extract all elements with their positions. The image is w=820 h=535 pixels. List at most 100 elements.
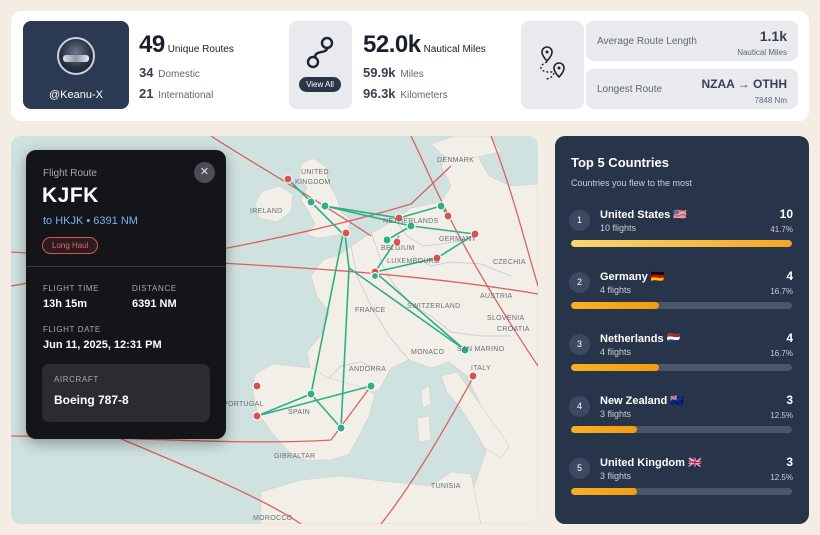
panel-divider — [26, 266, 226, 267]
map-label-gibraltar: GIBRALTAR — [274, 453, 315, 460]
flight-route-label: Flight Route — [43, 168, 97, 179]
country-percent: 16.7% — [770, 349, 793, 358]
country-count: 4 — [786, 331, 793, 345]
flight-detail-panel: Flight Route KJFK to HKJK • 6391 NM Long… — [26, 150, 226, 439]
airport-marker — [306, 389, 316, 399]
map-label-spain: SPAIN — [288, 409, 310, 416]
average-route-value: 1.1k — [759, 28, 787, 44]
distance-stat: 52.0k Nautical Miles 59.9k Miles 96.3k Ki… — [363, 31, 486, 101]
longhaul-route-8 — [210, 136, 372, 237]
longest-route-distance: 7848 Nm — [754, 96, 787, 105]
distance-value: 52.0k — [363, 31, 421, 58]
miles-label: Miles — [400, 69, 424, 80]
international-label: International — [158, 90, 214, 101]
map-label-austria: AUSTRIA — [480, 293, 512, 300]
profile-card[interactable]: @Keanu-X — [23, 21, 129, 109]
aircraft-value: Boeing 787-8 — [54, 393, 129, 407]
land-sardinia — [416, 415, 432, 443]
country-row-germany[interactable]: 2 Germany 🇩🇪 4 flights 4 16.7% — [569, 269, 794, 317]
country-row-united-kingdom[interactable]: 5 United Kingdom 🇬🇧 3 flights 3 12.5% — [569, 455, 794, 503]
country-row-new-zealand[interactable]: 4 New Zealand 🇳🇿 3 flights 3 12.5% — [569, 393, 794, 441]
map-label-monaco: MONACO — [411, 349, 445, 356]
country-percent: 16.7% — [770, 287, 793, 296]
distance-value: 6391 NM — [132, 298, 177, 310]
land-ireland — [254, 185, 294, 223]
map-label-united: UNITED — [301, 169, 329, 176]
flag-icon: 🇺🇸 — [673, 209, 688, 221]
country-count: 4 — [786, 269, 793, 283]
country-name: New Zealand 🇳🇿 — [600, 394, 684, 407]
airport-marker — [252, 411, 262, 421]
aircraft-label: AIRCRAFT — [54, 375, 99, 384]
longest-route-card: Longest Route NZAA → OTHH 7848 Nm — [586, 69, 798, 109]
airport-marker — [382, 235, 392, 245]
map-label-luxembourg: LUXEMBOURG — [387, 258, 440, 265]
country-progress-fill — [571, 426, 638, 433]
country-name: United Kingdom 🇬🇧 — [600, 456, 702, 469]
map-label-morocco: MOROCCO — [253, 515, 293, 522]
rank-badge: 5 — [569, 458, 590, 479]
land-continent — [306, 145, 538, 524]
country-name: Germany 🇩🇪 — [600, 270, 664, 283]
flag-icon: 🇬🇧 — [688, 457, 702, 469]
map-label-slovenia: SLOVENIA — [487, 315, 524, 322]
route-path-icon — [306, 36, 334, 69]
routes-stat: 49 Unique Routes 34 Domestic 21 Internati… — [139, 31, 234, 101]
airport-marker — [306, 197, 316, 207]
airport-marker — [341, 228, 351, 238]
average-route-label: Average Route Length — [597, 36, 697, 47]
flight-origin-code: KJFK — [42, 184, 99, 207]
country-row-united-states[interactable]: 1 United States 🇺🇸 10 flights 10 41.7% — [569, 207, 794, 255]
country-name-text: Netherlands — [600, 333, 664, 345]
country-row-netherlands[interactable]: 3 Netherlands 🇳🇱 4 flights 4 16.7% — [569, 331, 794, 379]
distance-label: DISTANCE — [132, 284, 177, 293]
average-route-unit: Nautical Miles — [737, 48, 787, 57]
country-progress-fill — [571, 364, 660, 371]
top-countries-subtitle: Countries you flew to the most — [571, 178, 693, 188]
flight-date-value: Jun 11, 2025, 12:31 PM — [43, 339, 162, 351]
airport-marker — [252, 381, 262, 391]
airport-marker — [371, 272, 379, 280]
map-label-denmark: DENMARK — [437, 157, 474, 164]
longest-route-label: Longest Route — [597, 84, 663, 95]
avatar[interactable] — [57, 37, 95, 75]
routes-count: 49 — [139, 31, 165, 58]
country-flights: 4 flights — [600, 285, 632, 295]
miles-value: 59.9k — [363, 65, 396, 80]
land-north-africa — [260, 471, 482, 524]
map-label-netherlands: NETHERLANDS — [383, 218, 438, 225]
country-progress-fill — [571, 302, 660, 309]
flight-destination: to HKJK • 6391 NM — [43, 215, 138, 227]
country-name: United States 🇺🇸 — [600, 208, 687, 221]
flag-icon: 🇩🇪 — [650, 271, 665, 283]
rank-badge: 2 — [569, 272, 590, 293]
distance-label: Nautical Miles — [423, 44, 486, 55]
map-label-portugal: PORTUGAL — [223, 401, 264, 408]
map-label-belgium: BELGIUM — [381, 245, 415, 252]
view-all-button[interactable]: View All — [299, 77, 341, 92]
top-countries-title: Top 5 Countries — [571, 155, 669, 170]
country-progress-fill — [571, 488, 638, 495]
international-value: 21 — [139, 86, 154, 101]
km-label: Kilometers — [400, 90, 448, 101]
country-count: 10 — [779, 207, 793, 221]
country-flights: 10 flights — [600, 223, 637, 233]
rank-badge: 1 — [569, 210, 590, 231]
country-name-text: Germany — [600, 271, 648, 283]
country-progress-bar — [571, 364, 792, 371]
country-name: Netherlands 🇳🇱 — [600, 332, 680, 345]
country-percent: 12.5% — [770, 411, 793, 420]
airport-marker — [320, 201, 330, 211]
flight-time-label: FLIGHT TIME — [43, 284, 100, 293]
routes-icon-box: View All — [289, 21, 352, 109]
country-count: 3 — [786, 455, 793, 469]
country-name-text: New Zealand — [600, 395, 668, 407]
flight-time-value: 13h 15m — [43, 298, 88, 310]
country-percent: 41.7% — [770, 225, 793, 234]
close-button[interactable]: ✕ — [194, 162, 215, 183]
country-name-text: United States — [600, 209, 671, 221]
rank-badge: 4 — [569, 396, 590, 417]
airport-marker — [336, 423, 346, 433]
map-label-andorra: ANDORRA — [349, 366, 386, 373]
average-route-card: Average Route Length 1.1k Nautical Miles — [586, 21, 798, 61]
